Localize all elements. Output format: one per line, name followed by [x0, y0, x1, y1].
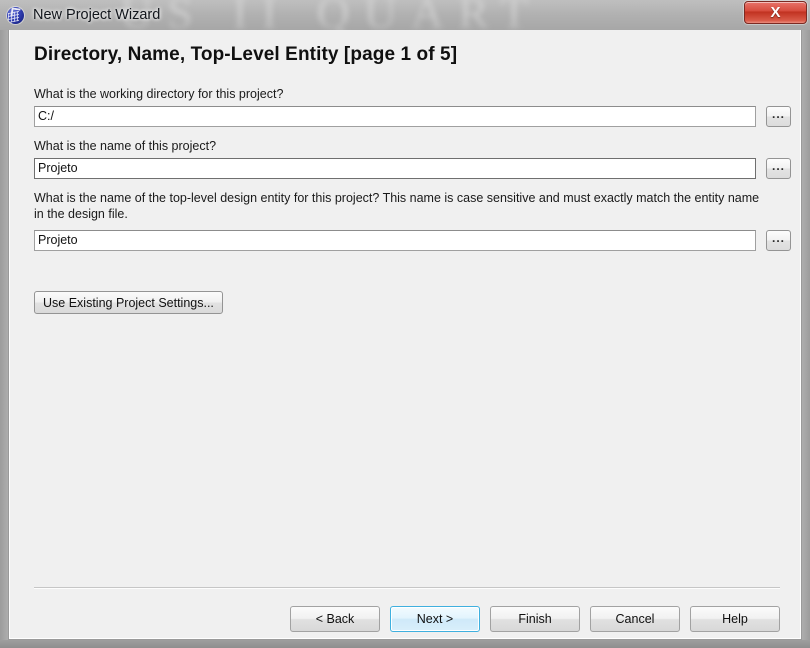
dialog-footer: < Back Next > Finish Cancel Help: [34, 604, 780, 634]
back-button-label: < Back: [315, 612, 355, 626]
cancel-button-label: Cancel: [615, 612, 655, 626]
ellipsis-icon: ...: [771, 107, 785, 121]
use-existing-project-settings-label: Use Existing Project Settings...: [43, 295, 214, 310]
next-button-label: Next >: [416, 612, 454, 626]
footer-separator: [34, 587, 780, 589]
top-level-entity-label: What is the name of the top-level design…: [34, 191, 760, 221]
dialog-content-inner: Directory, Name, Top-Level Entity [page …: [9, 30, 801, 639]
top-level-entity-browse-button[interactable]: ...: [766, 230, 791, 251]
top-level-entity-input[interactable]: Projeto: [34, 230, 756, 251]
working-directory-label: What is the working directory for this p…: [34, 87, 284, 101]
page-title: Directory, Name, Top-Level Entity [page …: [34, 44, 458, 65]
window-frame-bottom: [0, 640, 810, 648]
project-name-label: What is the name of this project?: [34, 139, 217, 153]
dialog-content: Directory, Name, Top-Level Entity [page …: [8, 30, 802, 640]
title-bar: New Project Wizard X: [0, 0, 810, 30]
project-name-browse-button[interactable]: ...: [766, 158, 791, 179]
window-frame-left: [0, 30, 8, 640]
use-existing-project-settings-button[interactable]: Use Existing Project Settings...: [34, 291, 223, 314]
cancel-button[interactable]: Cancel: [590, 606, 680, 632]
window-title: New Project Wizard: [33, 7, 161, 23]
finish-button-label: Finish: [518, 612, 552, 626]
close-icon: X: [770, 4, 781, 21]
next-button[interactable]: Next >: [390, 606, 480, 632]
ellipsis-icon: ...: [771, 231, 785, 245]
back-button[interactable]: < Back: [290, 606, 380, 632]
working-directory-input[interactable]: C:/: [34, 106, 756, 127]
working-directory-browse-button[interactable]: ...: [766, 106, 791, 127]
ellipsis-icon: ...: [771, 159, 785, 173]
finish-button[interactable]: Finish: [490, 606, 580, 632]
help-button-label: Help: [722, 612, 748, 626]
project-name-input[interactable]: Projeto: [34, 158, 756, 179]
window-frame-right: [802, 30, 810, 640]
close-button[interactable]: X: [744, 1, 807, 24]
globe-arc: [10, 6, 21, 18]
quartus-globe-icon: [7, 6, 24, 24]
new-project-wizard-window: US II QUART New Project Wizard X Directo…: [0, 0, 810, 648]
help-button[interactable]: Help: [690, 606, 780, 632]
